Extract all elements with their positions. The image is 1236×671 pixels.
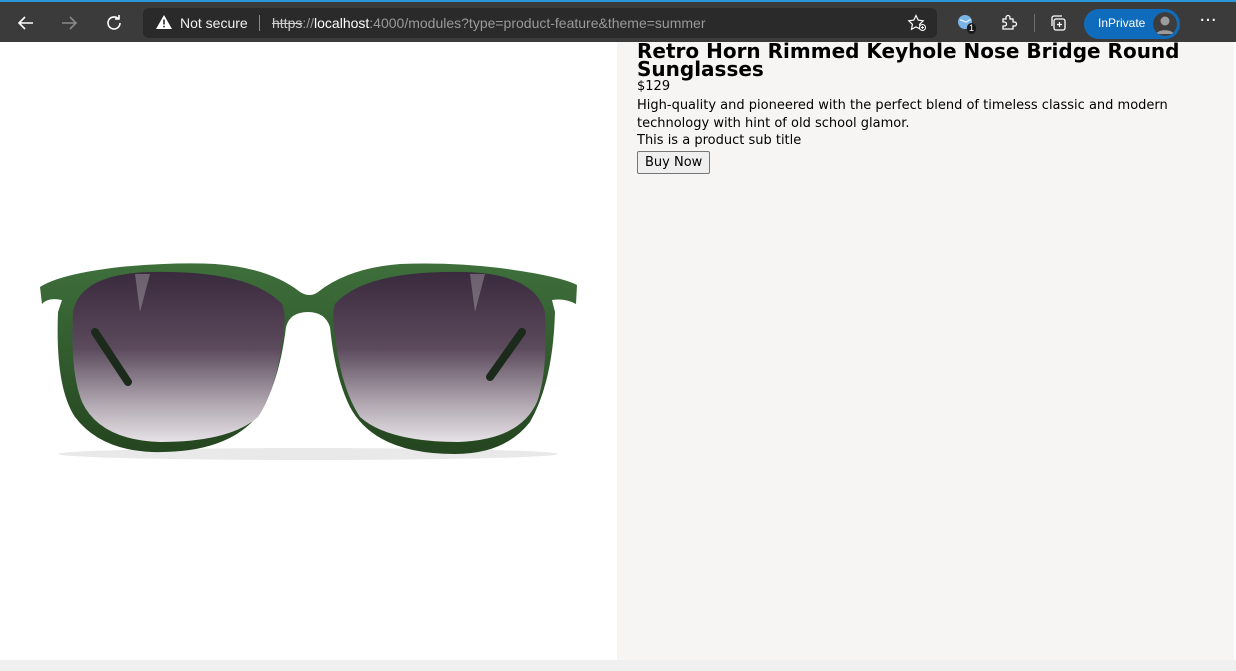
- url-host: localhost: [314, 15, 370, 31]
- address-bar[interactable]: Not secure https://localhost:4000/module…: [143, 8, 937, 38]
- sunglasses-image: [40, 263, 577, 460]
- profile-avatar: [1153, 12, 1177, 36]
- puzzle-icon: [1002, 14, 1018, 30]
- add-favorite-icon[interactable]: [907, 14, 927, 36]
- back-arrow-icon: [17, 16, 33, 30]
- back-button[interactable]: [11, 8, 41, 38]
- warning-icon: [155, 14, 173, 34]
- url-scheme: https: [272, 15, 303, 31]
- product-description: High-quality and pioneered with the perf…: [637, 98, 1168, 131]
- url-separator: ://: [302, 15, 315, 31]
- product-image-panel: [0, 42, 617, 660]
- product-subtitle: This is a product sub title: [637, 133, 802, 148]
- forward-button[interactable]: [54, 8, 84, 38]
- collections-icon: [1051, 15, 1066, 31]
- forward-arrow-icon: [62, 16, 78, 30]
- product-price: $129: [637, 79, 671, 94]
- extension-badge: 1: [967, 23, 977, 34]
- security-status[interactable]: Not secure: [180, 15, 248, 31]
- refresh-icon: [107, 15, 121, 30]
- extensions-button[interactable]: [996, 10, 1022, 36]
- browser-toolbar: Not secure https://localhost:4000/module…: [0, 0, 1236, 42]
- inprivate-profile-button[interactable]: InPrivate: [1084, 9, 1180, 39]
- refresh-button[interactable]: [99, 8, 129, 38]
- url-text[interactable]: https://localhost:4000/modules?type=prod…: [272, 15, 706, 31]
- buy-now-button[interactable]: Buy Now: [637, 151, 711, 174]
- collections-button[interactable]: [1045, 10, 1071, 36]
- person-icon: [1153, 12, 1177, 36]
- inprivate-label: InPrivate: [1098, 16, 1146, 30]
- product-details-panel: Retro Horn Rimmed Keyhole Nose Bridge Ro…: [617, 39, 1234, 660]
- url-path: :4000/modules?type=product-feature&theme…: [369, 15, 706, 31]
- address-divider: [259, 15, 260, 31]
- toolbar-divider: [1034, 14, 1035, 32]
- extension-globe-button[interactable]: 1: [953, 10, 979, 36]
- page-bottom-edge: [0, 660, 1236, 671]
- product-title: Retro Horn Rimmed Keyhole Nose Bridge Ro…: [637, 39, 1180, 81]
- more-options-button[interactable]: ···: [1196, 10, 1220, 36]
